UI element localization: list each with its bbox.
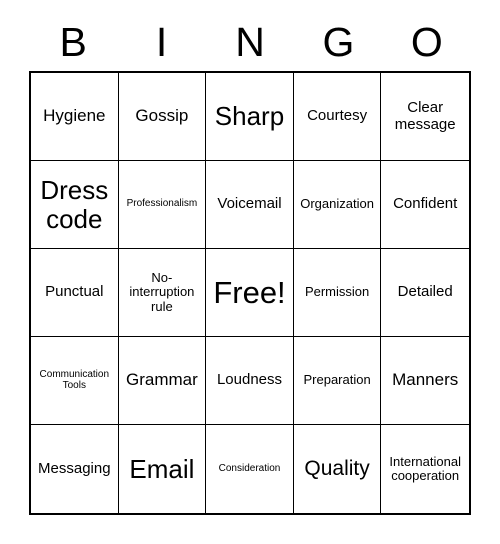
bingo-square-label: Communication Tools — [39, 368, 110, 391]
bingo-square[interactable]: Professionalism — [118, 161, 207, 249]
bingo-square[interactable]: Grammar — [118, 337, 207, 425]
bingo-square[interactable]: Hygiene — [31, 73, 119, 161]
bingo-square-label: Manners — [392, 370, 459, 390]
bingo-square[interactable]: Detailed — [381, 249, 469, 337]
bingo-square[interactable]: Email — [118, 425, 207, 513]
bingo-square-label: Organization — [300, 196, 374, 212]
bingo-header-letter-0: B — [59, 19, 87, 65]
bingo-square[interactable]: Loudness — [206, 337, 294, 425]
bingo-header-letter-3: G — [322, 19, 355, 65]
bingo-square-label: No-interruption rule — [129, 270, 195, 314]
bingo-square[interactable]: Communication Tools — [31, 337, 119, 425]
bingo-square-label: Preparation — [303, 372, 371, 388]
bingo-square[interactable]: Sharp — [206, 73, 294, 161]
bingo-header-letter-2: N — [235, 19, 265, 65]
bingo-square-label: Messaging — [38, 459, 111, 477]
bingo-square-label: Dress code — [40, 175, 109, 234]
bingo-square-label: Confident — [393, 195, 458, 213]
bingo-square[interactable]: Permission — [293, 249, 382, 337]
bingo-header-letter-4: O — [410, 19, 443, 65]
bingo-square[interactable]: Confident — [381, 161, 469, 249]
bingo-square-label: Hygiene — [43, 106, 106, 126]
bingo-square[interactable]: Organization — [293, 161, 382, 249]
bingo-card: B I N G O Hygiene Gossip Sharp Courtesy Clear me… — [0, 0, 500, 544]
bingo-square[interactable]: Free! — [206, 249, 294, 337]
bingo-square[interactable]: International cooperation — [381, 425, 469, 513]
bingo-square-label: Voicemail — [217, 195, 282, 213]
bingo-square[interactable]: Preparation — [293, 337, 382, 425]
bingo-square-label: International cooperation — [389, 453, 461, 483]
bingo-square-label: Sharp — [214, 101, 285, 132]
bingo-square-label: Courtesy — [307, 107, 368, 125]
bingo-square[interactable]: Gossip — [118, 73, 207, 161]
bingo-square[interactable]: Courtesy — [293, 73, 382, 161]
bingo-square[interactable]: No-interruption rule — [118, 249, 207, 337]
bingo-square-label: Clear message — [394, 99, 456, 133]
bingo-header-letter-1: I — [155, 19, 168, 65]
bingo-square-label: Quality — [304, 456, 370, 480]
bingo-square[interactable]: Manners — [381, 337, 469, 425]
bingo-square-label: Gossip — [135, 106, 189, 126]
bingo-square-label: Grammar — [126, 370, 198, 390]
bingo-square-label: Free! — [213, 274, 286, 310]
bingo-square-label: Consideration — [218, 462, 281, 474]
bingo-grid: Hygiene Gossip Sharp Courtesy Clear message D… — [29, 71, 471, 515]
bingo-square[interactable]: Voicemail — [206, 161, 294, 249]
bingo-square[interactable]: Clear message — [381, 73, 469, 161]
bingo-square[interactable]: Dress code — [31, 161, 119, 249]
bingo-square-label: Detailed — [397, 283, 453, 301]
bingo-square-label: Punctual — [45, 283, 104, 301]
bingo-header: BINGO — [29, 14, 471, 71]
bingo-square[interactable]: Punctual — [31, 249, 119, 337]
bingo-square[interactable]: Quality — [293, 425, 382, 513]
bingo-square[interactable]: Consideration — [206, 425, 294, 513]
bingo-square-label: Permission — [304, 284, 370, 300]
bingo-square-label: Email — [129, 453, 195, 484]
bingo-square[interactable]: Messaging — [31, 425, 119, 513]
bingo-square-label: Professionalism — [126, 198, 198, 210]
bingo-square-label: Loudness — [216, 371, 283, 389]
